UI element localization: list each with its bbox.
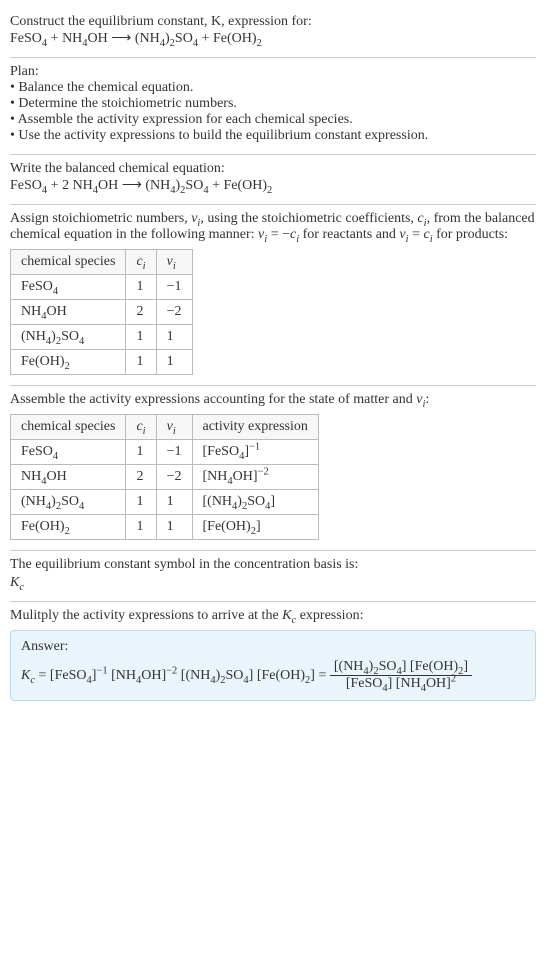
col-nu: νi — [156, 250, 192, 275]
table-header-row: chemical species ci νi activity expressi… — [11, 415, 319, 440]
cell-c: 1 — [126, 275, 156, 300]
answer-expression: Kc = [FeSO4]−1 [NH4OH]−2 [(NH4)2SO4] [Fe… — [21, 659, 525, 692]
cell-nu: 1 — [156, 350, 192, 375]
stoich-section: Assign stoichiometric numbers, νi, using… — [10, 205, 536, 385]
table-row: FeSO4 1 −1 [FeSO4]−1 — [11, 440, 319, 465]
cell-c: 2 — [126, 300, 156, 325]
cell-nu: −2 — [156, 300, 192, 325]
activity-heading: Assemble the activity expressions accoun… — [10, 392, 536, 408]
fraction: [(NH4)2SO4] [Fe(OH)2] [FeSO4] [NH4OH]2 — [330, 659, 472, 692]
stoich-table: chemical species ci νi FeSO4 1 −1 NH4OH … — [10, 249, 193, 375]
plan-section: Plan: Balance the chemical equation. Det… — [10, 58, 536, 154]
balanced-heading: Write the balanced chemical equation: — [10, 161, 536, 177]
col-c: ci — [126, 415, 156, 440]
table-row: NH4OH 2 −2 [NH4OH]−2 — [11, 465, 319, 490]
table-row: Fe(OH)2 1 1 [Fe(OH)2] — [11, 515, 319, 540]
balanced-equation: FeSO4 + 2 NH4OH ⟶ (NH4)2SO4 + Fe(OH)2 — [10, 177, 536, 194]
col-activity: activity expression — [192, 415, 318, 440]
cell-species: Fe(OH)2 — [11, 350, 126, 375]
cell-nu: −1 — [156, 275, 192, 300]
activity-table: chemical species ci νi activity expressi… — [10, 414, 319, 540]
intro-section: Construct the equilibrium constant, K, e… — [10, 8, 536, 57]
col-species: chemical species — [11, 415, 126, 440]
balanced-section: Write the balanced chemical equation: Fe… — [10, 155, 536, 204]
ksymbol-section: The equilibrium constant symbol in the c… — [10, 551, 536, 601]
cell-species: FeSO4 — [11, 275, 126, 300]
intro-line: Construct the equilibrium constant, K, e… — [10, 14, 536, 30]
plan-list: Balance the chemical equation. Determine… — [10, 80, 536, 144]
activity-section: Assemble the activity expressions accoun… — [10, 386, 536, 550]
col-nu: νi — [156, 415, 192, 440]
plan-item: Balance the chemical equation. — [10, 80, 536, 96]
ksymbol-text: The equilibrium constant symbol in the c… — [10, 557, 536, 573]
final-heading: Mulitply the activity expressions to arr… — [10, 608, 536, 624]
col-c: ci — [126, 250, 156, 275]
cell-species: (NH4)2SO4 — [11, 325, 126, 350]
intro-text: Construct the equilibrium constant, K, e… — [10, 14, 312, 29]
stoich-text: Assign stoichiometric numbers, νi, using… — [10, 211, 536, 243]
kc-symbol: Kc — [10, 575, 536, 591]
table-row: FeSO4 1 −1 — [11, 275, 193, 300]
col-species: chemical species — [11, 250, 126, 275]
cell-nu: 1 — [156, 325, 192, 350]
table-row: NH4OH 2 −2 — [11, 300, 193, 325]
answer-box: Answer: Kc = [FeSO4]−1 [NH4OH]−2 [(NH4)2… — [10, 630, 536, 701]
final-section: Mulitply the activity expressions to arr… — [10, 602, 536, 711]
cell-c: 1 — [126, 325, 156, 350]
plan-heading: Plan: — [10, 64, 536, 80]
fraction-denominator: [FeSO4] [NH4OH]2 — [330, 676, 472, 692]
table-row: (NH4)2SO4 1 1 — [11, 325, 193, 350]
cell-species: NH4OH — [11, 300, 126, 325]
table-row: (NH4)2SO4 1 1 [(NH4)2SO4] — [11, 490, 319, 515]
unbalanced-equation: FeSO4 + NH4OH ⟶ (NH4)2SO4 + Fe(OH)2 — [10, 30, 536, 47]
cell-c: 1 — [126, 350, 156, 375]
plan-item: Determine the stoichiometric numbers. — [10, 96, 536, 112]
table-header-row: chemical species ci νi — [11, 250, 193, 275]
plan-item: Assemble the activity expression for eac… — [10, 112, 536, 128]
plan-item: Use the activity expressions to build th… — [10, 128, 536, 144]
answer-label: Answer: — [21, 639, 525, 655]
table-row: Fe(OH)2 1 1 — [11, 350, 193, 375]
